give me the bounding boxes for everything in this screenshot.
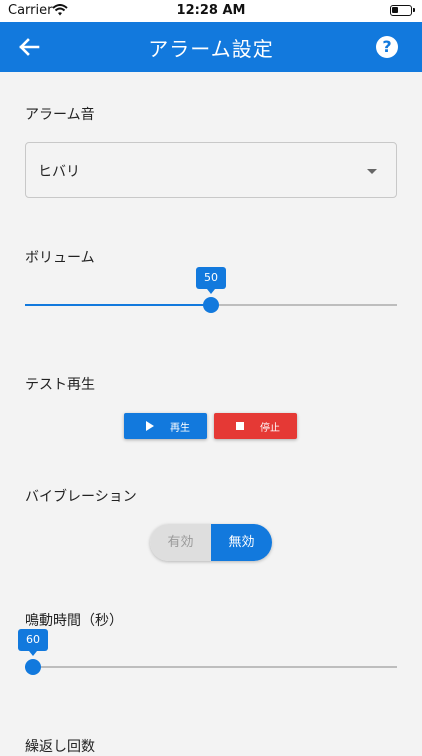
volume-slider-thumb[interactable] bbox=[203, 297, 219, 313]
ring-duration-slider-track bbox=[25, 666, 397, 668]
volume-value-badge: 50 bbox=[196, 267, 226, 294]
ring-duration-slider[interactable]: 60 bbox=[18, 629, 397, 687]
chevron-down-icon bbox=[367, 169, 377, 174]
vibration-toggle[interactable]: 有効 無効 bbox=[150, 524, 272, 561]
vibration-on-option[interactable]: 有効 bbox=[150, 524, 211, 561]
play-button-label: 再生 bbox=[170, 423, 190, 434]
alarm-sound-select[interactable]: ヒバリ bbox=[25, 142, 397, 198]
stop-button-label: 停止 bbox=[260, 423, 280, 434]
repeat-count-label: 繰返し回数 bbox=[25, 739, 95, 755]
volume-slider-fill bbox=[25, 304, 211, 306]
app-bar: アラーム設定 ? bbox=[0, 22, 422, 72]
stop-icon bbox=[236, 422, 244, 430]
vibration-off-option[interactable]: 無効 bbox=[211, 524, 272, 561]
test-play-label: テスト再生 bbox=[25, 377, 95, 393]
ring-duration-slider-thumb[interactable] bbox=[25, 659, 41, 675]
help-icon[interactable]: ? bbox=[376, 36, 398, 58]
volume-label: ボリューム bbox=[25, 250, 95, 266]
alarm-sound-value: ヒバリ bbox=[38, 164, 80, 180]
play-icon bbox=[146, 421, 154, 431]
stop-button[interactable]: 停止 bbox=[214, 413, 297, 439]
status-time: 12:28 AM bbox=[176, 3, 246, 18]
battery-icon bbox=[390, 5, 415, 16]
alarm-sound-label: アラーム音 bbox=[25, 107, 95, 123]
ring-duration-label: 鳴動時間（秒） bbox=[25, 613, 123, 629]
volume-slider[interactable]: 50 bbox=[25, 267, 397, 325]
ring-duration-value-badge: 60 bbox=[18, 629, 48, 656]
play-button[interactable]: 再生 bbox=[124, 413, 207, 439]
status-bar: Carrier 12:28 AM bbox=[0, 0, 422, 22]
page-title: アラーム設定 bbox=[148, 37, 274, 61]
vibration-label: バイブレーション bbox=[25, 489, 137, 505]
